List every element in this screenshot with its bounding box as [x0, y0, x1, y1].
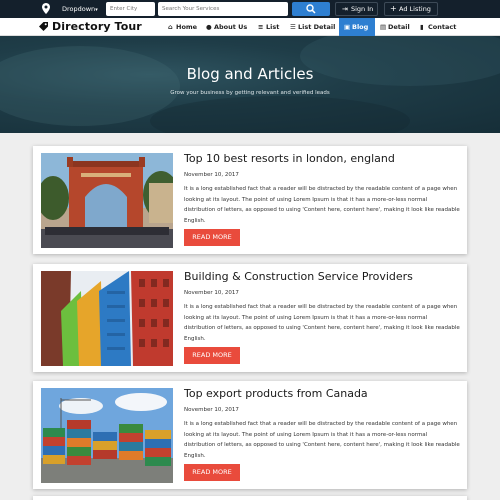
nav-list-detail-label: List Detail	[298, 23, 336, 31]
blog-post-card-partial	[33, 496, 467, 500]
nav-about-us[interactable]: ● About Us	[206, 18, 247, 36]
plus-icon: +	[390, 4, 397, 13]
list-icon: ≡	[258, 23, 264, 31]
main-navbar: Directory Tour ⌂ Home ● About Us ≡ List ☰ Li…	[0, 18, 500, 36]
post-excerpt: It is a long established fact that a rea…	[184, 304, 460, 342]
home-icon: ⌂	[168, 23, 173, 31]
nav-home[interactable]: ⌂ Home	[168, 18, 197, 36]
ad-listing-button[interactable]: + Ad Listing	[384, 2, 438, 16]
read-more-button[interactable]: READ MORE	[184, 229, 240, 246]
post-title[interactable]: Top 10 best resorts in london, england	[184, 152, 395, 165]
post-thumbnail-buildings[interactable]	[41, 271, 173, 366]
search-button[interactable]	[292, 2, 330, 16]
nav-list-detail[interactable]: ☰ List Detail	[290, 18, 335, 36]
nav-list[interactable]: ≡ List	[258, 18, 279, 36]
blog-post-card: Building & Construction Service Provider…	[33, 264, 467, 372]
top-bar: Dropdown▾ ⇥ Sign In + Ad Listing	[0, 0, 500, 18]
post-excerpt: It is a long established fact that a rea…	[184, 421, 460, 459]
post-title[interactable]: Top export products from Canada	[184, 387, 368, 400]
contact-icon: ▮	[420, 23, 424, 31]
page-subtitle: Grow your business by getting relevant a…	[170, 90, 330, 96]
brand-name: Directory Tour	[52, 20, 142, 33]
nav-contact[interactable]: ▮ Contact	[420, 18, 456, 36]
image-icon: ▣	[344, 23, 351, 31]
nav-blog[interactable]: ▣ Blog	[339, 18, 375, 36]
nav-home-label: Home	[176, 23, 198, 31]
list-detail-icon: ☰	[290, 23, 296, 31]
nav-detail-label: Detail	[388, 23, 410, 31]
dropdown-label: Dropdown	[62, 5, 96, 13]
tag-logo-icon	[39, 22, 48, 31]
post-title[interactable]: Building & Construction Service Provider…	[184, 270, 413, 283]
blog-post-card: Top export products from Canada November…	[33, 381, 467, 489]
map-pin-icon	[42, 3, 50, 14]
user-icon: ●	[206, 23, 212, 31]
read-more-button[interactable]: READ MORE	[184, 464, 240, 481]
ad-listing-label: Ad Listing	[399, 5, 431, 13]
hero-texture	[150, 96, 410, 133]
caret-down-icon: ▾	[95, 7, 98, 13]
nav-about-label: About Us	[214, 23, 248, 31]
hero-banner: Blog and Articles Grow your business by …	[0, 36, 500, 133]
city-input[interactable]	[106, 2, 155, 16]
sign-in-icon: ⇥	[342, 5, 348, 13]
detail-icon: ▤	[380, 23, 387, 31]
nav-contact-label: Contact	[428, 23, 457, 31]
search-icon	[306, 4, 316, 14]
sign-in-button[interactable]: ⇥ Sign In	[335, 2, 378, 16]
nav-list-label: List	[266, 23, 280, 31]
post-thumbnail-containers[interactable]	[41, 388, 173, 483]
location-dropdown[interactable]: Dropdown▾	[62, 3, 98, 16]
search-input[interactable]	[158, 2, 288, 16]
post-excerpt: It is a long established fact that a rea…	[184, 186, 460, 224]
page-title: Blog and Articles	[186, 65, 314, 83]
post-date: November 10, 2017	[184, 172, 239, 178]
post-date: November 10, 2017	[184, 290, 239, 296]
sign-in-label: Sign In	[351, 5, 374, 13]
blog-post-card: Top 10 best resorts in london, england N…	[33, 146, 467, 254]
post-date: November 10, 2017	[184, 407, 239, 413]
post-thumbnail-arch[interactable]	[41, 153, 173, 248]
nav-detail[interactable]: ▤ Detail	[380, 18, 410, 36]
nav-blog-label: Blog	[352, 23, 369, 31]
read-more-button[interactable]: READ MORE	[184, 347, 240, 364]
